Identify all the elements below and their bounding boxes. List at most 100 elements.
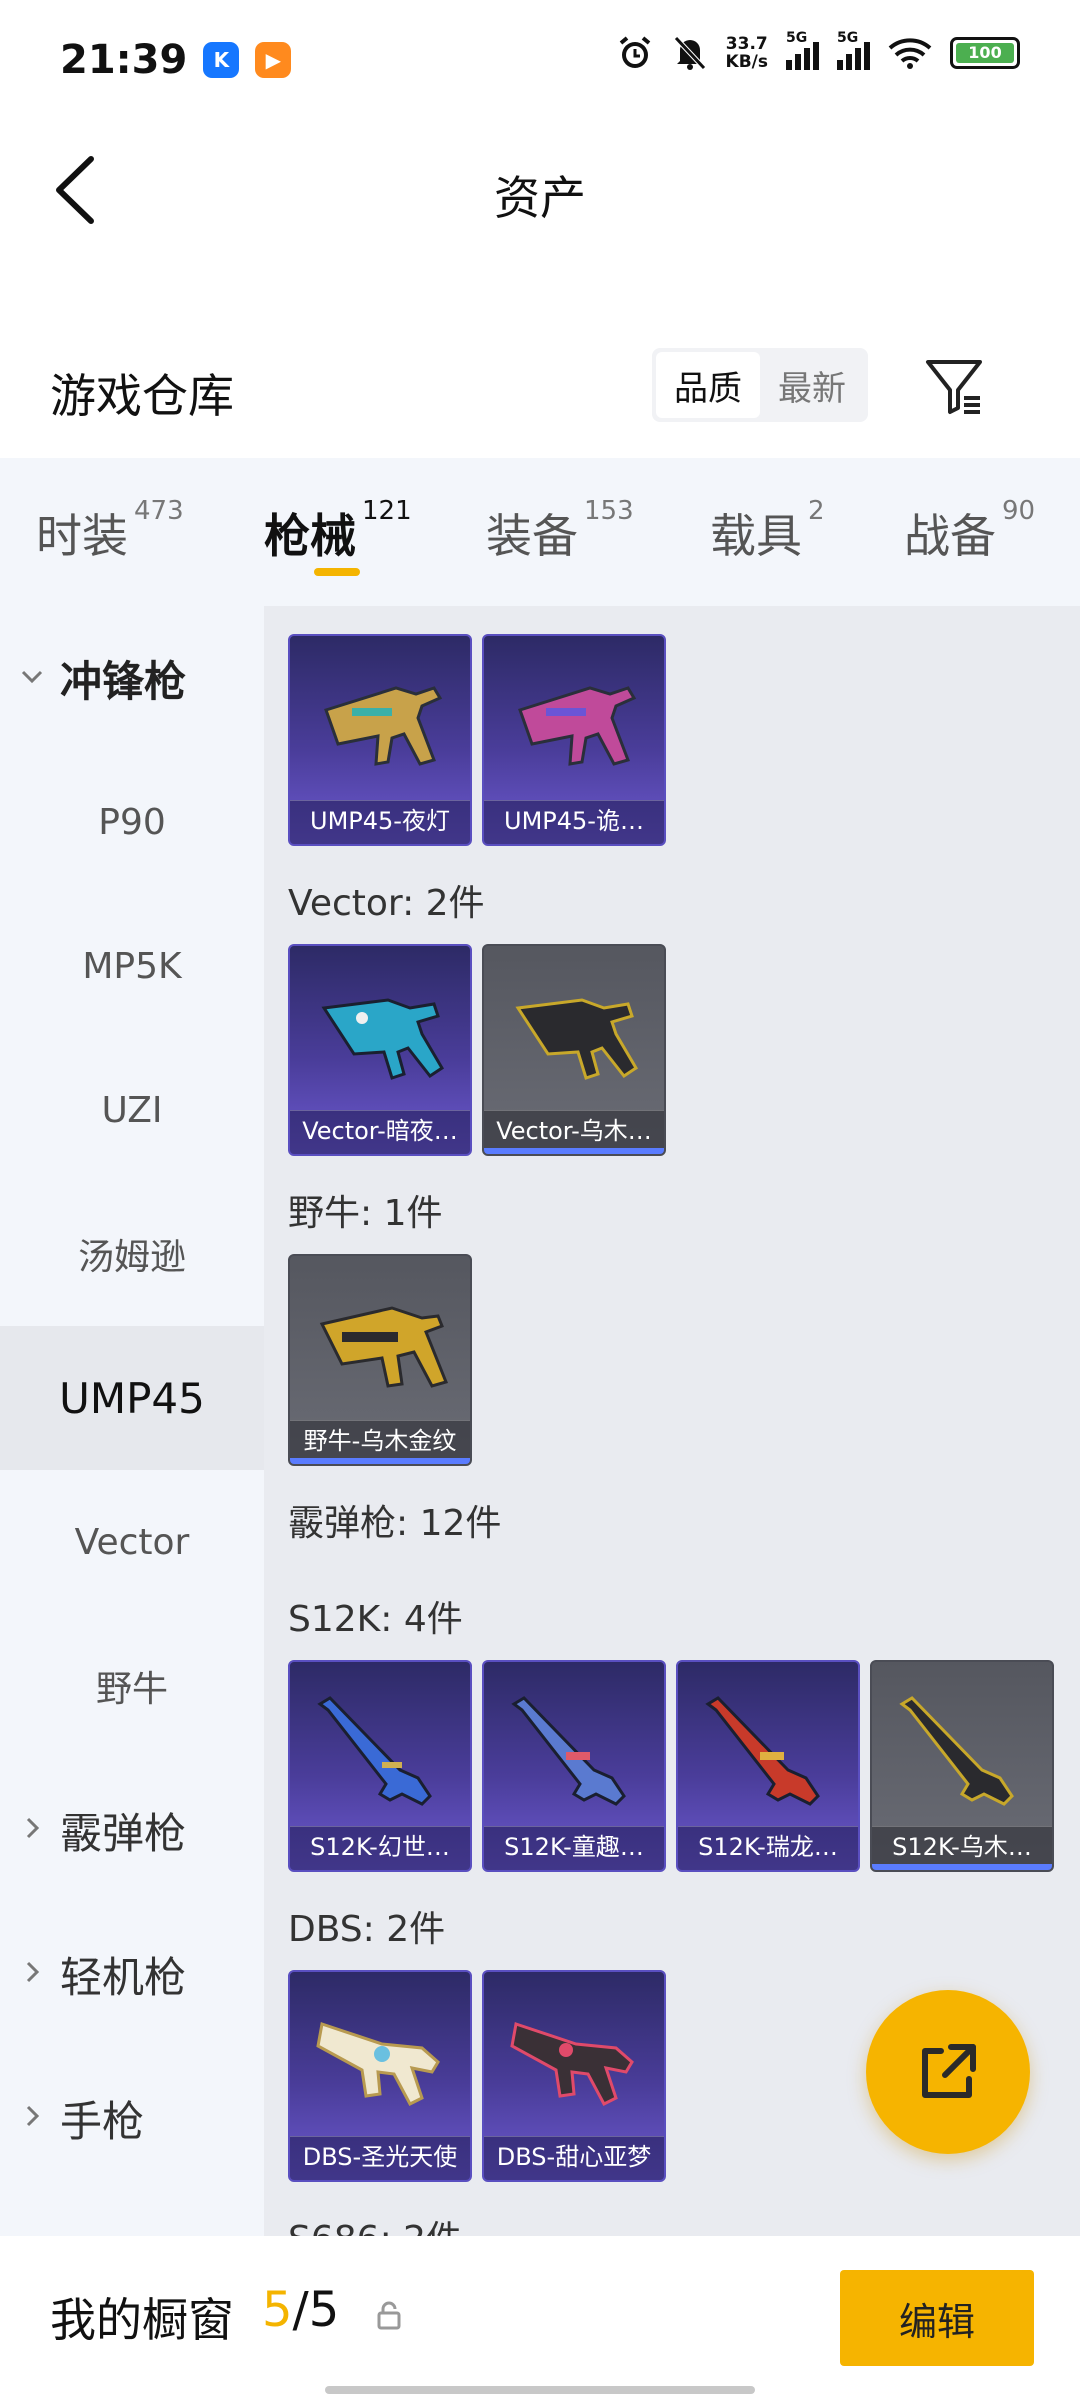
weapon-category-sidebar: 冲锋枪 P90 MP5K UZI 汤姆逊 UMP45 Vector 野牛 霰弹枪…: [0, 606, 264, 2236]
signal-1-label: 5G: [786, 30, 808, 46]
showcase-current: 5: [262, 2282, 293, 2338]
skin-card-label: DBS-甜心亚梦: [484, 2136, 664, 2180]
battery-level: 100: [956, 43, 1014, 63]
section-title-s12k: S12K: 4件: [288, 1599, 463, 1640]
tab-label: 载具: [710, 509, 802, 563]
sidebar-group-label: 轻机枪: [60, 1952, 187, 2002]
battery-icon: 100: [950, 37, 1020, 69]
tab-label: 装备: [486, 509, 578, 563]
card-rarity-bar: [484, 1148, 664, 1154]
tab-equipment[interactable]: 装备 153: [486, 496, 634, 566]
active-tab-indicator: [314, 568, 360, 576]
top-nav: 资产: [0, 120, 1080, 265]
smg-icon: [518, 686, 637, 766]
tab-label: 时装: [36, 509, 128, 563]
sort-toggle: 品质 最新: [652, 348, 868, 422]
sidebar-item-ump45[interactable]: UMP45: [0, 1326, 264, 1470]
showcase-count: 5/5: [262, 2282, 339, 2338]
sort-option-quality[interactable]: 品质: [656, 352, 760, 418]
sidebar-group-label: 霰弹枪: [60, 1808, 187, 1858]
app-notification-icon: K: [203, 42, 240, 78]
sidebar-group-lmg[interactable]: 轻机枪: [0, 1902, 264, 2046]
card-rarity-bar: [290, 1458, 470, 1464]
skin-card[interactable]: S12K-乌木…: [870, 1660, 1054, 1872]
tab-count: 2: [808, 496, 825, 526]
skin-card[interactable]: 野牛-乌木金纹: [288, 1254, 472, 1466]
tab-count: 473: [134, 496, 184, 526]
shotgun-icon: [510, 2022, 634, 2106]
tab-supplies[interactable]: 战备 90: [904, 496, 1035, 566]
smg-icon: [324, 686, 443, 766]
edit-button[interactable]: 编辑: [840, 2270, 1034, 2366]
skin-card-label: S12K-瑞龙…: [678, 1826, 858, 1870]
sidebar-item-mp5k[interactable]: MP5K: [0, 894, 264, 1038]
section-title-dbs: DBS: 2件: [288, 1909, 446, 1950]
skin-card[interactable]: Vector-暗夜…: [288, 944, 472, 1156]
card-rarity-bar: [872, 1864, 1052, 1870]
skin-card[interactable]: DBS-甜心亚梦: [482, 1970, 666, 2182]
skin-card[interactable]: UMP45-诡…: [482, 634, 666, 846]
share-button[interactable]: [866, 1990, 1030, 2154]
sidebar-item-vector[interactable]: Vector: [0, 1470, 264, 1614]
alarm-icon: [619, 36, 650, 68]
tab-count: 153: [584, 496, 634, 526]
sidebar-group-label: 冲锋枪: [60, 656, 187, 706]
smg-icon: [515, 998, 639, 1080]
skin-card[interactable]: S12K-童趣…: [482, 1660, 666, 1872]
sidebar-item-p90[interactable]: P90: [0, 750, 264, 894]
video-app-notification-icon: ▶: [255, 42, 292, 78]
wifi-icon: [888, 38, 932, 69]
sidebar-item-bizon[interactable]: 野牛: [0, 1614, 264, 1758]
tab-count: 90: [1002, 496, 1036, 526]
category-tabs: 时装 473 枪械 121 装备 153 载具 2 战备 90: [0, 458, 1080, 606]
skin-card-label: S12K-幻世…: [290, 1826, 470, 1870]
section-title-s686: S686: 2件: [288, 2210, 462, 2236]
sidebar-group-shotgun[interactable]: 霰弹枪: [0, 1758, 264, 1902]
net-speed-value: 33.7: [725, 34, 768, 54]
shotgun-icon: [316, 2022, 440, 2106]
filter-button[interactable]: [920, 352, 990, 422]
tab-vehicles[interactable]: 载具 2: [710, 496, 825, 566]
signal-2-icon: 5G: [837, 30, 870, 70]
skin-card-label: UMP45-诡…: [484, 800, 664, 844]
skin-card[interactable]: UMP45-夜灯: [288, 634, 472, 846]
net-speed: 33.7 KB/s: [726, 35, 768, 71]
mute-bell-icon: [673, 36, 706, 70]
smg-icon: [319, 1306, 449, 1388]
shotgun-icon: [705, 1696, 820, 1806]
skin-card-label: S12K-童趣…: [484, 1826, 664, 1870]
status-bar: 21:39 K ▶ 33.7 KB/s 5G 5G 100: [0, 0, 1080, 120]
skin-card[interactable]: S12K-幻世…: [288, 1660, 472, 1872]
sidebar-group-pistol[interactable]: 手枪: [0, 2046, 264, 2190]
page-title: 资产: [494, 171, 586, 225]
skin-card-label: Vector-暗夜…: [290, 1110, 470, 1154]
tab-fashion[interactable]: 时装 473: [36, 496, 184, 566]
signal-1-icon: 5G: [786, 30, 819, 70]
skin-card[interactable]: DBS-圣光天使: [288, 1970, 472, 2182]
smg-icon: [321, 998, 445, 1080]
showcase-bar: 我的橱窗 5/5 编辑: [0, 2236, 1080, 2400]
sidebar-item-uzi[interactable]: UZI: [0, 1038, 264, 1182]
sort-option-newest[interactable]: 最新: [760, 352, 864, 418]
shotgun-icon: [511, 1696, 626, 1806]
tab-label: 战备: [904, 509, 996, 563]
section-title-shotgun: 霰弹枪: 12件: [288, 1503, 502, 1544]
skin-card[interactable]: Vector-乌木…: [482, 944, 666, 1156]
tab-label: 枪械: [264, 509, 356, 563]
sidebar-item-thompson[interactable]: 汤姆逊: [0, 1182, 264, 1326]
warehouse-header: 游戏仓库 品质 最新: [0, 330, 1080, 455]
tab-firearms[interactable]: 枪械 121: [264, 496, 412, 566]
filter-icon: [926, 360, 982, 414]
chevron-down-icon: [21, 670, 43, 684]
shotgun-icon: [899, 1696, 1014, 1806]
home-indicator[interactable]: [325, 2386, 755, 2394]
share-export-icon: [922, 2044, 976, 2098]
chevron-right-icon: [26, 2105, 40, 2127]
skin-card[interactable]: S12K-瑞龙…: [676, 1660, 860, 1872]
shotgun-icon: [317, 1696, 432, 1806]
chevron-right-icon: [26, 1817, 40, 1839]
sidebar-group-smg[interactable]: 冲锋枪: [0, 606, 264, 750]
skin-card-label: UMP45-夜灯: [290, 800, 470, 844]
signal-2-label: 5G: [837, 30, 859, 46]
tab-count: 121: [362, 496, 412, 526]
